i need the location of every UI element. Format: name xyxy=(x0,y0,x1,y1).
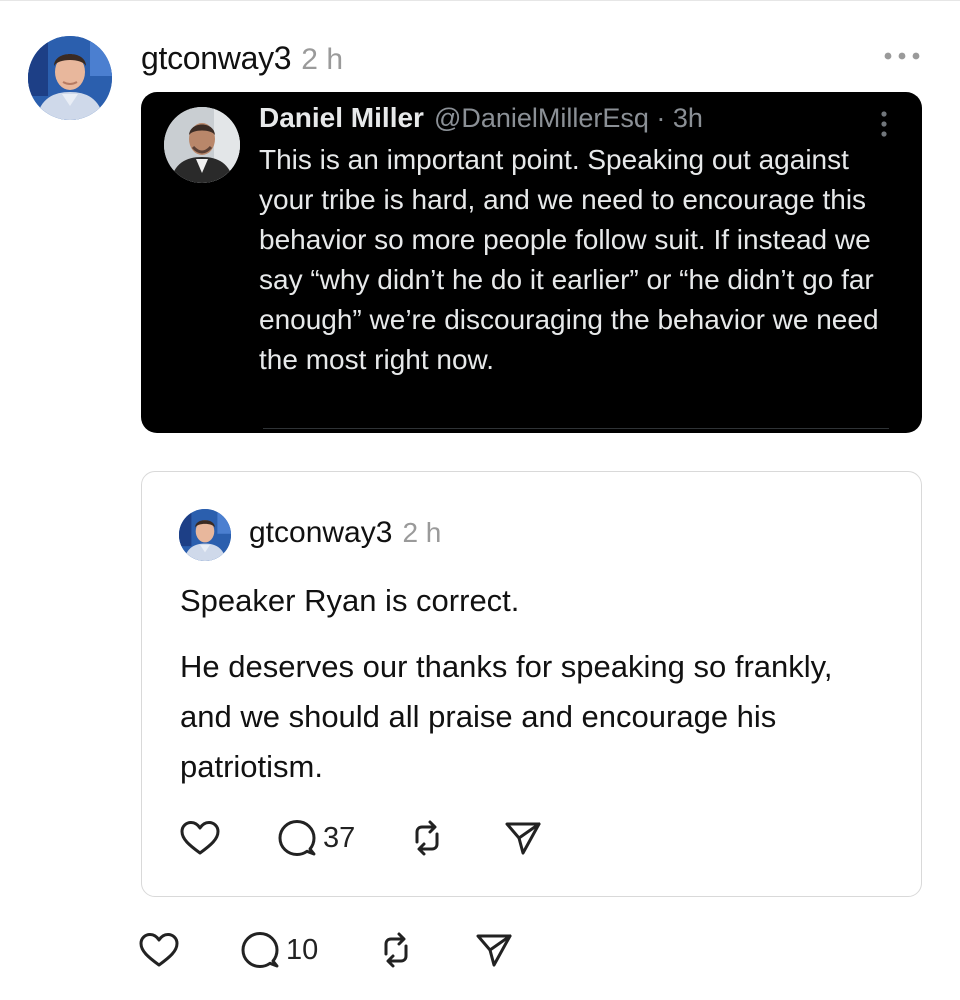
embedded-display-name: Daniel Miller xyxy=(259,102,424,133)
quoted-avatar[interactable] xyxy=(179,509,231,561)
reply-button[interactable]: 37 xyxy=(277,818,355,858)
quoted-username[interactable]: gtconway3 xyxy=(249,516,392,550)
send-icon xyxy=(476,934,512,967)
comment-icon xyxy=(241,932,279,968)
heart-icon xyxy=(139,933,179,967)
repost-icon xyxy=(384,932,408,968)
embedded-more-icon xyxy=(878,110,890,138)
reply-count: 10 xyxy=(286,933,319,966)
timestamp: 2 h xyxy=(301,43,344,76)
embedded-avatar xyxy=(164,107,240,183)
post-action-bar: 10 xyxy=(138,930,514,970)
reply-button[interactable]: 10 xyxy=(240,930,318,970)
quoted-paragraph: Speaker Ryan is correct. xyxy=(180,583,520,618)
quoted-paragraph: He deserves our thanks for speaking so f… xyxy=(180,649,833,784)
repost-button[interactable] xyxy=(376,930,416,970)
avatar[interactable] xyxy=(28,36,112,120)
repost-button[interactable] xyxy=(407,818,447,858)
share-button[interactable] xyxy=(474,930,514,970)
embedded-tweet-text: This is an important point. Speaking out… xyxy=(259,144,879,375)
top-divider xyxy=(0,0,960,1)
send-icon xyxy=(505,822,541,855)
repost-icon xyxy=(415,820,439,856)
share-button[interactable] xyxy=(503,818,543,858)
post-header: gtconway3 2 h xyxy=(141,40,343,80)
username[interactable]: gtconway3 xyxy=(141,40,292,77)
embedded-divider xyxy=(263,428,889,429)
quoted-post-header: gtconway3 2 h xyxy=(249,516,441,550)
quoted-timestamp: 2 h xyxy=(402,517,442,548)
embedded-handle: @DanielMillerEsq · 3h xyxy=(433,103,703,133)
more-horizontal-icon[interactable] xyxy=(882,46,922,66)
reply-count: 37 xyxy=(323,821,356,854)
heart-icon xyxy=(180,821,220,855)
embedded-tweet-image[interactable]: Daniel Miller @DanielMillerEsq · 3h This… xyxy=(141,92,922,433)
comment-icon xyxy=(278,820,316,856)
like-button[interactable] xyxy=(179,819,221,857)
quoted-post-card[interactable]: gtconway3 2 h Speaker Ryan is correct. H… xyxy=(141,471,922,897)
quoted-action-bar: 37 xyxy=(179,818,543,858)
embedded-header: Daniel Miller @DanielMillerEsq · 3h xyxy=(259,102,703,134)
like-button[interactable] xyxy=(138,931,180,969)
